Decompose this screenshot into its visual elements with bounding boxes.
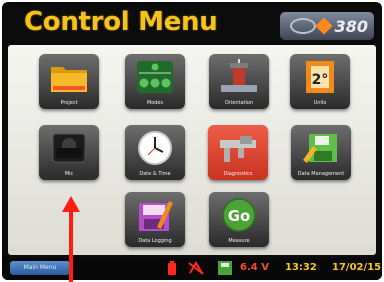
modes-icon [137,61,173,93]
units-value: 2° [312,72,329,88]
units-icon: 2° [306,61,334,93]
tile-label: Units [313,100,327,106]
no-signal-icon [188,261,204,275]
logo-diamond-icon [315,17,333,35]
voltage-readout: 6.4 V [240,262,269,273]
folder-icon [51,67,87,92]
status-bar: Main Menu 6.4 V 13:32 17/02/15 [2,258,382,280]
tile-label: Mic [64,171,74,177]
clock-icon [138,131,172,165]
tile-label: Modes [146,100,164,106]
data-logging-tile[interactable]: Data Logging [125,192,185,247]
tile-label: Measure [228,238,250,244]
menu-panel: Project Modes Orientation 2° Units Mic D… [8,45,376,255]
diagnostics-tile[interactable]: Diagnostics [208,125,268,180]
time-readout: 13:32 [285,262,317,273]
data-management-tile[interactable]: Data Management [291,125,351,180]
tile-label: Data Logging [138,238,172,244]
go-text: Go [228,207,251,225]
tile-label: Project [60,100,78,106]
mic-tile[interactable]: Mic [39,125,99,180]
data-logging-icon [139,201,173,231]
date-time-tile[interactable]: Date & Time [125,125,185,180]
microphone-icon [52,133,86,163]
logo-text: 380 [334,16,368,36]
battery-icon [168,261,176,275]
units-tile[interactable]: 2° Units [290,54,350,109]
project-tile[interactable]: Project [39,54,99,109]
date-readout: 17/02/15 [332,262,382,273]
logo-ring-icon [290,18,316,34]
measure-tile[interactable]: Go Measure [209,192,269,247]
main-menu-button[interactable]: Main Menu [10,261,70,275]
storage-icon [218,261,232,275]
tile-label: Orientation [224,100,254,106]
red-arrow-shaft [69,210,73,282]
device-screen: Control Menu 380 Project Modes Orientati… [2,2,382,280]
brand-logo: 380 [280,12,374,40]
tile-label: Data Management [297,171,345,177]
go-icon: Go [222,198,256,232]
orientation-icon [221,59,257,92]
caliper-icon [220,136,256,162]
floppy-disk-icon [303,134,337,163]
page-title: Control Menu [24,7,218,37]
modes-tile[interactable]: Modes [125,54,185,109]
orientation-tile[interactable]: Orientation [209,54,269,109]
tile-label: Date & Time [139,171,171,177]
tile-label: Diagnostics [223,171,253,177]
